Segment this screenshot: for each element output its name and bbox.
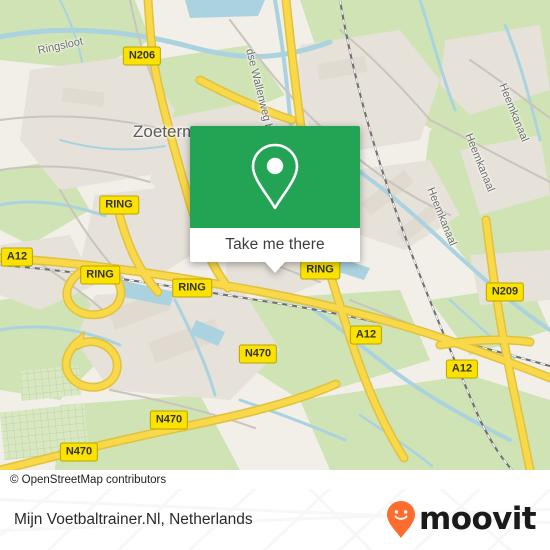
- moovit-smiley-pin-icon: [387, 500, 416, 538]
- footer-bar: Mijn Voetbaltrainer.Nl, Netherlands moov…: [0, 489, 550, 550]
- place-title: Mijn Voetbaltrainer.Nl, Netherlands: [14, 489, 253, 550]
- take-me-there-label: Take me there: [225, 236, 325, 253]
- osm-attribution-text[interactable]: © OpenStreetMap contributors: [0, 474, 166, 486]
- popup-pointer: [265, 262, 285, 273]
- destination-popup-card[interactable]: Take me there: [190, 126, 360, 273]
- map-shield-a12[interactable]: A12: [0, 247, 34, 267]
- map-shield-n470[interactable]: N470: [149, 410, 189, 430]
- map-viewport[interactable]: Zoetermeer Ringsloot Heemkanaal Heemkana…: [0, 0, 550, 470]
- location-pin-icon: [251, 143, 299, 210]
- map-shield-n470[interactable]: N470: [238, 344, 278, 364]
- popup-pin-area: [190, 126, 360, 228]
- moovit-logo[interactable]: moovit: [386, 489, 537, 550]
- map-shield-ring[interactable]: RING: [172, 278, 212, 298]
- map-shield-ring[interactable]: RING: [300, 260, 340, 280]
- map-shield-a12[interactable]: A12: [445, 359, 479, 379]
- map-shield-ring[interactable]: RING: [80, 265, 120, 285]
- moovit-wordmark: moovit: [419, 501, 537, 537]
- map-attribution-bar: © OpenStreetMap contributors: [0, 470, 550, 489]
- place-title-text: Mijn Voetbaltrainer.Nl, Netherlands: [14, 510, 253, 528]
- map-shield-n470[interactable]: N470: [59, 442, 99, 462]
- take-me-there-button[interactable]: Take me there: [190, 228, 360, 262]
- map-shield-n209[interactable]: N209: [485, 282, 525, 302]
- map-shield-a12[interactable]: A12: [349, 325, 383, 345]
- map-shield-ring[interactable]: RING: [99, 195, 139, 215]
- moovit-map-share-card: Zoetermeer Ringsloot Heemkanaal Heemkana…: [0, 0, 550, 550]
- map-shield-n206[interactable]: N206: [122, 46, 162, 66]
